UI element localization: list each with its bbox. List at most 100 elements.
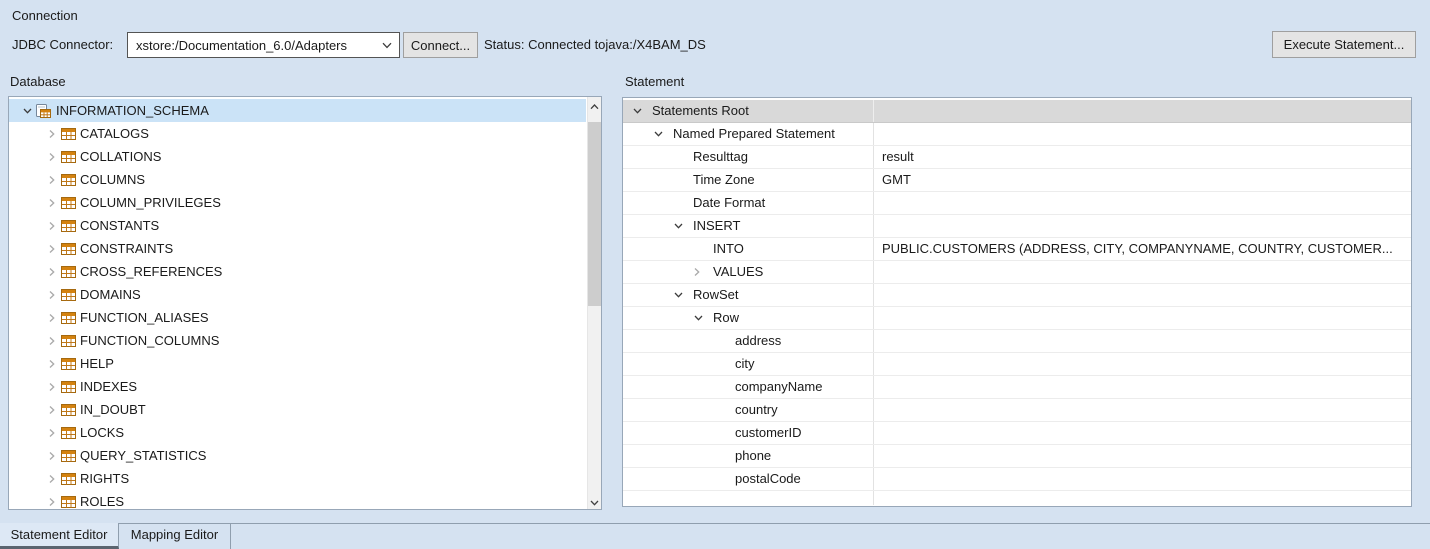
chevron-down-icon[interactable] <box>23 108 32 114</box>
tree-item-label: COLLATIONS <box>9 145 586 168</box>
database-scrollbar[interactable] <box>587 97 601 509</box>
table-icon <box>61 450 76 462</box>
statement-row-value[interactable] <box>874 376 1411 398</box>
chevron-right-icon[interactable] <box>49 290 55 299</box>
scrollbar-thumb[interactable] <box>588 122 601 306</box>
chevron-right-icon[interactable] <box>49 129 55 138</box>
database-tree-item[interactable]: ROLES <box>9 490 586 509</box>
statement-row-value[interactable] <box>874 261 1411 283</box>
statement-row-name[interactable]: Row <box>623 307 874 329</box>
statement-row-name[interactable]: VALUES <box>623 261 874 283</box>
statement-row-value[interactable] <box>874 215 1411 237</box>
statement-row-value[interactable] <box>874 100 1411 122</box>
database-tree-item[interactable]: DOMAINS <box>9 283 586 306</box>
statement-row: address <box>623 330 1411 353</box>
statement-row-name[interactable]: Date Format <box>623 192 874 214</box>
statement-row-value[interactable] <box>874 307 1411 329</box>
database-tree-item[interactable]: FUNCTION_ALIASES <box>9 306 586 329</box>
scrollbar-down-button[interactable] <box>588 493 601 509</box>
chevron-right-icon[interactable] <box>49 497 55 506</box>
statement-row-value[interactable] <box>874 192 1411 214</box>
table-icon <box>61 381 76 393</box>
statement-row-value[interactable] <box>874 468 1411 490</box>
tab-statement-editor[interactable]: Statement Editor <box>0 523 119 549</box>
chevron-right-icon[interactable] <box>49 313 55 322</box>
connect-button[interactable]: Connect... <box>403 32 478 58</box>
chevron-right-icon[interactable] <box>49 198 55 207</box>
statement-row-name[interactable]: companyName <box>623 376 874 398</box>
statement-row-value[interactable] <box>874 445 1411 467</box>
chevron-down-icon[interactable] <box>654 131 663 137</box>
execute-statement-button[interactable]: Execute Statement... <box>1272 31 1416 58</box>
chevron-right-icon[interactable] <box>49 267 55 276</box>
chevron-right-icon[interactable] <box>49 474 55 483</box>
database-tree-item[interactable]: RIGHTS <box>9 467 586 490</box>
database-tree-item[interactable]: IN_DOUBT <box>9 398 586 421</box>
scrollbar-up-button[interactable] <box>588 97 601 113</box>
table-icon <box>61 312 76 324</box>
statement-row-name[interactable]: Resulttag <box>623 146 874 168</box>
statement-row-value[interactable] <box>874 123 1411 145</box>
chevron-right-icon[interactable] <box>49 175 55 184</box>
chevron-right-icon[interactable] <box>694 268 700 277</box>
chevron-right-icon[interactable] <box>49 428 55 437</box>
statement-row-value[interactable] <box>874 284 1411 306</box>
statement-row-name[interactable]: INSERT <box>623 215 874 237</box>
database-tree-item[interactable]: CROSS_REFERENCES <box>9 260 586 283</box>
statement-row-label: Date Format <box>623 192 873 214</box>
chevron-right-icon[interactable] <box>49 244 55 253</box>
database-tree-item[interactable]: QUERY_STATISTICS <box>9 444 586 467</box>
tree-item-label: CONSTRAINTS <box>9 237 586 260</box>
database-tree-item[interactable]: HELP <box>9 352 586 375</box>
database-tree-item[interactable]: CONSTRAINTS <box>9 237 586 260</box>
chevron-right-icon[interactable] <box>49 359 55 368</box>
chevron-right-icon[interactable] <box>49 405 55 414</box>
chevron-right-icon[interactable] <box>49 451 55 460</box>
database-tree-item[interactable]: INFORMATION_SCHEMA <box>9 99 586 122</box>
statement-row: INTOPUBLIC.CUSTOMERS (ADDRESS, CITY, COM… <box>623 238 1411 261</box>
database-tree-item[interactable]: FUNCTION_COLUMNS <box>9 329 586 352</box>
chevron-right-icon[interactable] <box>49 152 55 161</box>
statement-row: postalCode <box>623 468 1411 491</box>
statement-row-label: Time Zone <box>623 169 873 191</box>
statement-row-name[interactable]: Statements Root <box>623 100 874 122</box>
statement-row-value[interactable] <box>874 422 1411 444</box>
statement-row-name[interactable]: INTO <box>623 238 874 260</box>
chevron-right-icon[interactable] <box>49 382 55 391</box>
statement-row-name[interactable]: RowSet <box>623 284 874 306</box>
chevron-down-icon[interactable] <box>694 315 703 321</box>
table-icon <box>61 220 76 232</box>
statement-row-label: companyName <box>623 376 873 398</box>
database-tree-item[interactable]: COLUMN_PRIVILEGES <box>9 191 586 214</box>
chevron-down-icon[interactable] <box>674 223 683 229</box>
database-tree-item[interactable]: LOCKS <box>9 421 586 444</box>
jdbc-connector-select[interactable]: xstore:/Documentation_6.0/Adapters <box>127 32 400 58</box>
statement-row-value[interactable]: GMT <box>874 169 1411 191</box>
statement-row-name[interactable]: postalCode <box>623 468 874 490</box>
database-tree-item[interactable]: COLUMNS <box>9 168 586 191</box>
tab-mapping-editor[interactable]: Mapping Editor <box>119 523 231 549</box>
statement-row-value[interactable] <box>874 353 1411 375</box>
statement-row-value[interactable]: result <box>874 146 1411 168</box>
statement-row-value[interactable]: PUBLIC.CUSTOMERS (ADDRESS, CITY, COMPANY… <box>874 238 1411 260</box>
chevron-right-icon[interactable] <box>49 336 55 345</box>
chevron-down-icon[interactable] <box>674 292 683 298</box>
statement-row-name[interactable]: address <box>623 330 874 352</box>
statement-row-name[interactable]: phone <box>623 445 874 467</box>
statement-row-label: INTO <box>623 238 873 260</box>
statement-row-name[interactable]: Time Zone <box>623 169 874 191</box>
statement-tree-table: Statements RootNamed Prepared StatementR… <box>623 98 1411 506</box>
statement-row-value[interactable] <box>874 330 1411 352</box>
database-tree-item[interactable]: COLLATIONS <box>9 145 586 168</box>
database-tree-item[interactable]: INDEXES <box>9 375 586 398</box>
chevron-right-icon[interactable] <box>49 221 55 230</box>
chevron-down-icon[interactable] <box>633 108 642 114</box>
statement-row-name[interactable]: city <box>623 353 874 375</box>
statement-row-name[interactable]: Named Prepared Statement <box>623 123 874 145</box>
database-tree-item[interactable]: CONSTANTS <box>9 214 586 237</box>
statement-row-name[interactable]: country <box>623 399 874 421</box>
table-icon <box>61 266 76 278</box>
database-tree-item[interactable]: CATALOGS <box>9 122 586 145</box>
statement-row-value[interactable] <box>874 399 1411 421</box>
statement-row-name[interactable]: customerID <box>623 422 874 444</box>
